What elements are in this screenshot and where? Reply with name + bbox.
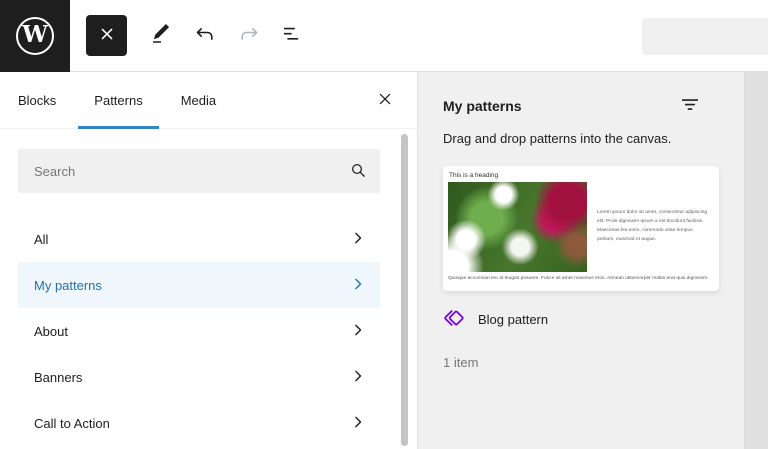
close-icon xyxy=(96,23,118,48)
pattern-category-list: All My patterns About Banners xyxy=(18,216,380,446)
category-call-to-action[interactable]: Call to Action xyxy=(18,400,380,446)
category-label: About xyxy=(34,324,68,339)
pane-title: My patterns xyxy=(443,98,522,114)
inserter-sidebar: Blocks Patterns Media All xyxy=(0,72,418,449)
close-panel-button[interactable] xyxy=(367,72,403,129)
category-my-patterns[interactable]: My patterns xyxy=(18,262,380,308)
inserter-tabs: Blocks Patterns Media xyxy=(0,72,417,129)
redo-button[interactable] xyxy=(227,14,271,58)
category-label: All xyxy=(34,232,48,247)
preview-heading: This is a heading xyxy=(449,172,714,179)
patterns-preview-pane: My patterns Drag and drop patterns into … xyxy=(418,72,745,449)
list-view-button[interactable] xyxy=(271,14,315,58)
pattern-name: Blog pattern xyxy=(478,312,548,327)
sidebar-scrollbar[interactable] xyxy=(401,134,408,446)
preview-caption: Quisque accumsan leo at feugiat posuere.… xyxy=(448,276,714,281)
category-label: Call to Action xyxy=(34,416,110,431)
tab-blocks[interactable]: Blocks xyxy=(2,72,72,128)
chevron-right-icon xyxy=(348,412,368,435)
preview-paragraph: Lorem ipsum dolor sit amet, consectetur … xyxy=(587,209,714,244)
pane-subtitle: Drag and drop patterns into the canvas. xyxy=(443,131,744,146)
search-box xyxy=(18,149,380,193)
list-view-icon xyxy=(281,22,305,49)
items-count: 1 item xyxy=(443,355,744,370)
filter-button[interactable] xyxy=(678,94,702,118)
synced-pattern-icon xyxy=(443,307,465,332)
chevron-right-icon xyxy=(348,366,368,389)
category-label: Banners xyxy=(34,370,82,385)
pencil-icon xyxy=(149,22,173,49)
category-banners[interactable]: Banners xyxy=(18,354,380,400)
tab-patterns[interactable]: Patterns xyxy=(78,72,158,128)
pattern-preview-card[interactable]: This is a heading Lorem ipsum dolor sit … xyxy=(443,166,719,291)
close-icon xyxy=(375,89,395,112)
pattern-item-blog-pattern[interactable]: Blog pattern xyxy=(443,307,548,332)
search-icon xyxy=(348,160,368,183)
wordpress-logo-button[interactable]: W xyxy=(0,0,70,72)
edit-mode-button[interactable] xyxy=(139,14,183,58)
tab-media[interactable]: Media xyxy=(165,72,232,128)
wordpress-logo-icon: W xyxy=(16,17,54,55)
category-about[interactable]: About xyxy=(18,308,380,354)
search-input[interactable] xyxy=(34,164,348,179)
category-all[interactable]: All xyxy=(18,216,380,262)
undo-icon xyxy=(193,22,217,49)
chevron-right-icon xyxy=(348,228,368,251)
close-inserter-button[interactable] xyxy=(86,15,127,56)
redo-icon xyxy=(237,22,261,49)
toolbar-right-button[interactable] xyxy=(642,18,768,55)
category-label: My patterns xyxy=(34,278,102,293)
chevron-right-icon xyxy=(348,320,368,343)
preview-flowers-image xyxy=(448,182,587,272)
editor-canvas-edge xyxy=(745,72,768,449)
chevron-right-icon xyxy=(348,274,368,297)
editor-top-bar: W xyxy=(0,0,768,72)
filter-icon xyxy=(678,93,702,120)
editor-content: Blocks Patterns Media All xyxy=(0,72,768,449)
undo-button[interactable] xyxy=(183,14,227,58)
